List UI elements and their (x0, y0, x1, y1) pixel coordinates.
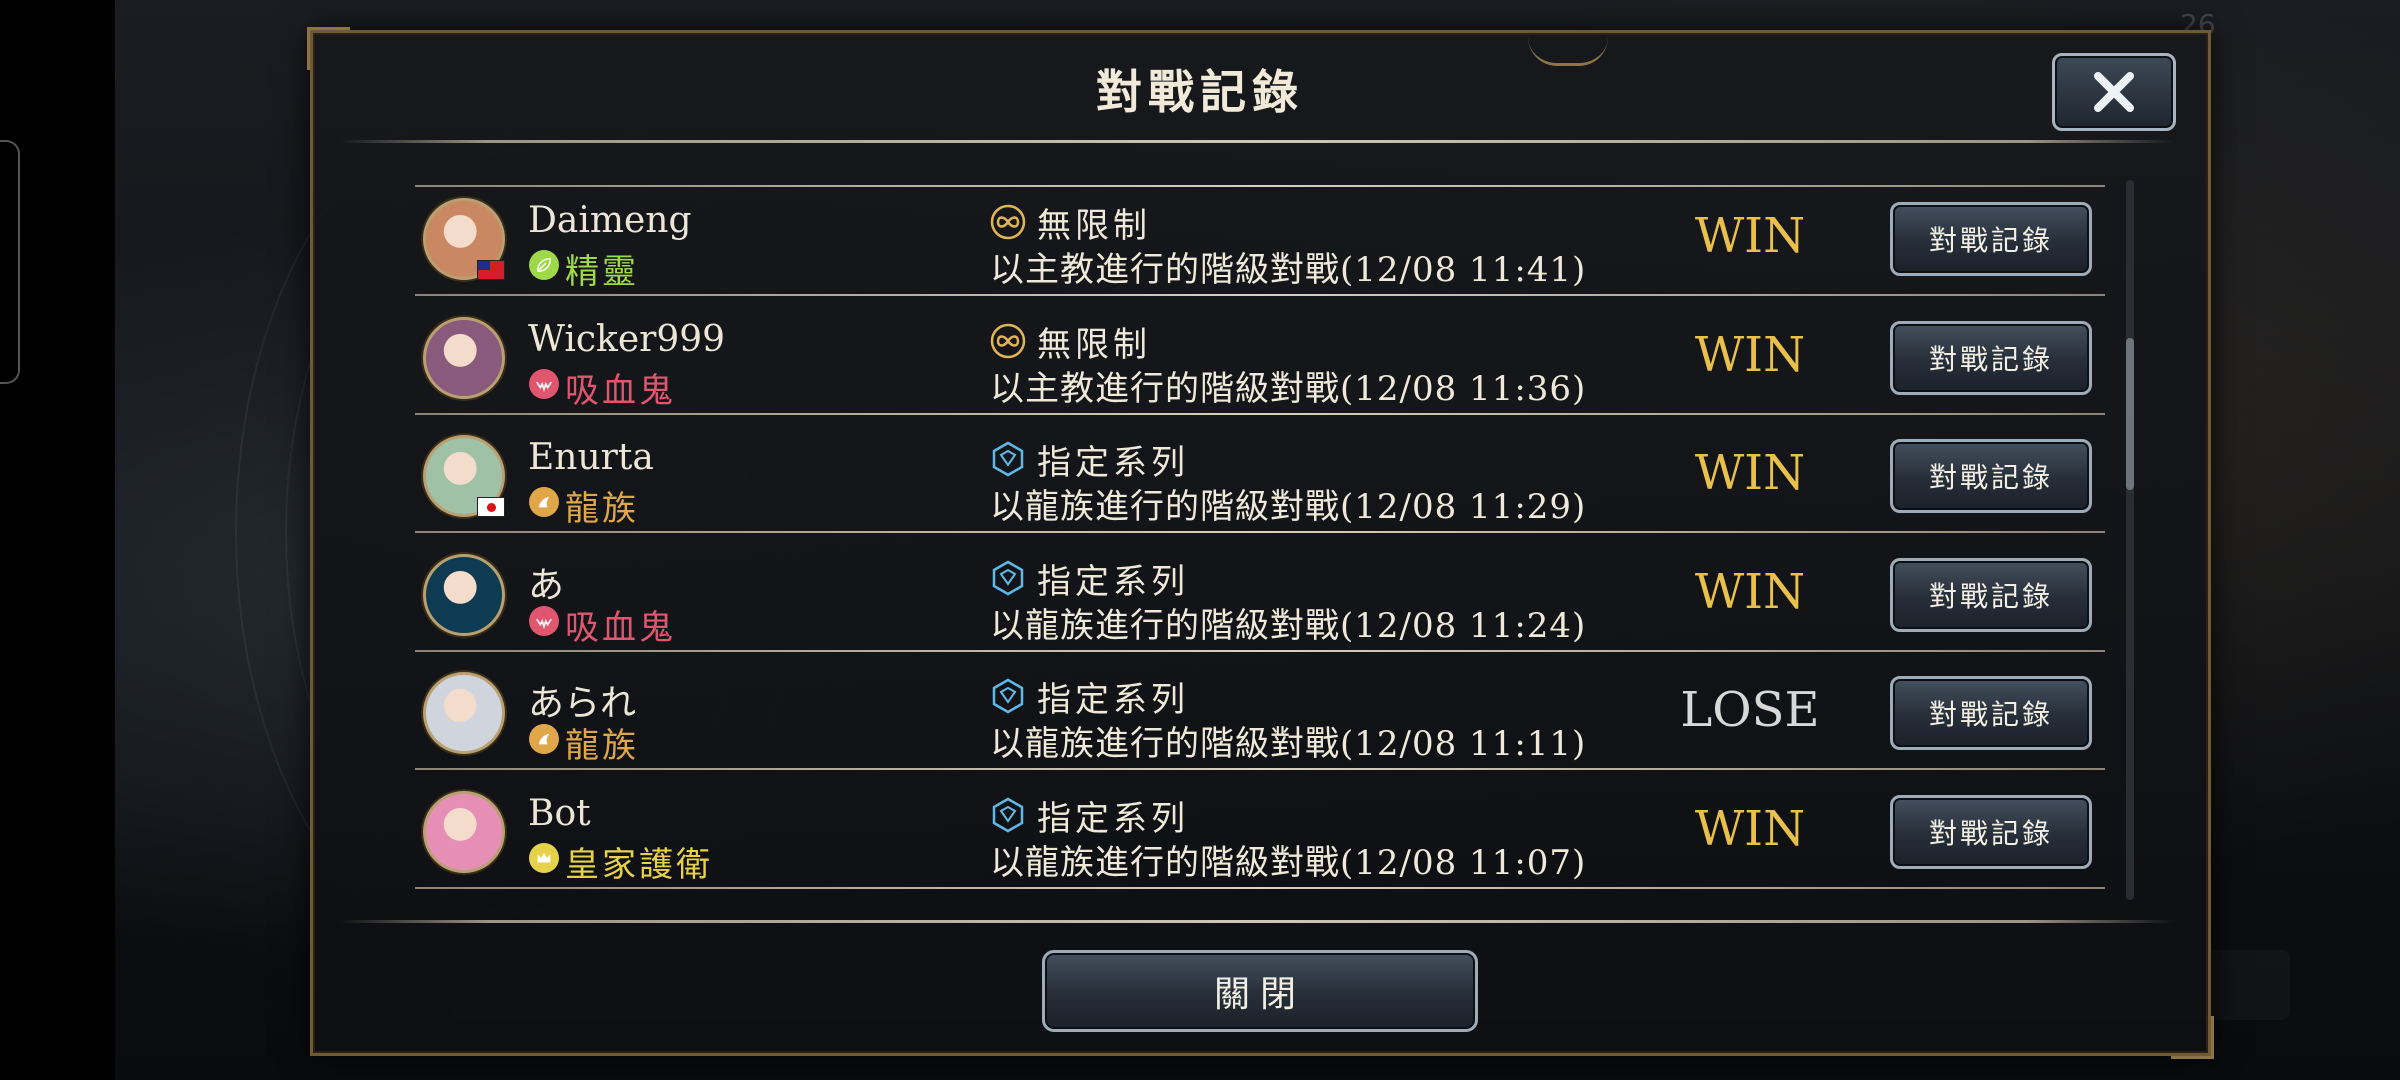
crown-icon (529, 842, 559, 873)
format-label: 指定系列 (1037, 798, 1189, 839)
match-result: WIN (1694, 208, 1806, 264)
row-divider (415, 886, 2105, 889)
bat-wing-icon (529, 605, 559, 636)
match-description: 以龍族進行的階級對戰(12/08 11:07) (990, 842, 1587, 883)
player-name: Enurta (528, 437, 654, 478)
player-avatar[interactable] (423, 553, 505, 636)
dragon-icon (529, 487, 559, 517)
view-battle-log-button[interactable]: 對戰記錄 (1890, 676, 2092, 750)
match-row: Daimeng 精靈 無限制 以主教進行的階級對戰(12/08 11:41) WIN 對戰… (415, 178, 2105, 296)
format-label: 無限制 (1037, 206, 1151, 246)
player-class: 龍族 (565, 489, 639, 529)
rotation-gem-icon (990, 441, 1026, 477)
dialog-title: 對戰記錄 (1096, 65, 1304, 119)
match-row: Enurta 龍族 指定系列 以龍族進行的階級對戰(12/08 11:29) WIN 對戰… (415, 415, 2105, 533)
match-row: Wicker999 吸血鬼 無限制 以主教進行的階級對戰(12/08 11:36) WI… (415, 297, 2105, 415)
close-x-button[interactable] (2052, 53, 2176, 131)
scrollbar-thumb[interactable] (2126, 338, 2134, 490)
match-result: WIN (1694, 563, 1806, 620)
bat-wing-icon (529, 368, 559, 399)
dragon-icon (529, 724, 559, 754)
player-name: Daimeng (528, 200, 692, 241)
infinity-icon (990, 204, 1026, 240)
match-result: WIN (1694, 326, 1806, 383)
format-label: 指定系列 (1037, 680, 1189, 720)
player-class: 皇家護衛 (565, 844, 713, 885)
match-result: LOSE (1680, 682, 1820, 738)
match-description: 以龍族進行的階級對戰(12/08 11:11) (990, 724, 1587, 764)
player-avatar[interactable] (423, 672, 505, 754)
format-label: 無限制 (1037, 324, 1151, 365)
japan-flag-icon (477, 497, 505, 517)
close-button[interactable]: 關閉 (1042, 950, 1478, 1032)
match-description: 以主教進行的階級對戰(12/08 11:41) (990, 250, 1587, 290)
view-battle-log-button[interactable]: 對戰記錄 (1890, 439, 2092, 513)
player-name: Wicker999 (528, 318, 726, 360)
match-row: あ吸血鬼 指定系列 以龍族進行的階級對戰(12/08 11:24) WIN 對戰記錄 (415, 534, 2105, 652)
match-row: Bot 皇家護衛 指定系列 以龍族進行的階級對戰(12/08 11:07) WIN 對戰記… (415, 771, 2105, 889)
player-name: あ (528, 564, 565, 606)
player-avatar[interactable] (423, 790, 505, 873)
infinity-icon (990, 323, 1026, 359)
player-class: 精靈 (565, 252, 639, 292)
view-battle-log-button[interactable]: 對戰記錄 (1890, 320, 2092, 395)
rotation-gem-icon (990, 560, 1026, 596)
player-class: 吸血鬼 (565, 370, 676, 411)
view-battle-log-button[interactable]: 對戰記錄 (1890, 202, 2092, 276)
close-icon (2094, 72, 2134, 112)
view-battle-log-button[interactable]: 對戰記錄 (1890, 557, 2092, 632)
player-avatar[interactable] (423, 316, 505, 399)
match-result: WIN (1694, 800, 1806, 857)
player-class: 吸血鬼 (565, 607, 676, 648)
match-description: 以主教進行的階級對戰(12/08 11:36) (990, 368, 1587, 409)
player-name: Bot (528, 792, 591, 834)
match-description: 以龍族進行的階級對戰(12/08 11:29) (990, 487, 1587, 527)
format-label: 指定系列 (1037, 561, 1189, 602)
divider-top (340, 140, 2175, 143)
scrollbar[interactable] (2126, 180, 2134, 900)
divider-bottom (340, 920, 2175, 923)
rotation-gem-icon (990, 678, 1026, 714)
player-class: 龍族 (565, 726, 639, 766)
row-divider (415, 185, 2105, 187)
leaf-icon (529, 250, 559, 280)
format-label: 指定系列 (1037, 443, 1189, 483)
edge-panel-handle[interactable] (0, 140, 20, 384)
match-description: 以龍族進行的階級對戰(12/08 11:24) (990, 605, 1587, 646)
taiwan-flag-icon (477, 260, 505, 280)
match-result: WIN (1694, 445, 1806, 501)
match-list[interactable]: Daimeng 精靈 無限制 以主教進行的階級對戰(12/08 11:41) WIN 對戰… (415, 178, 2105, 908)
match-row: あられ 龍族 指定系列 以龍族進行的階級對戰(12/08 11:11) LOSE 對戰記錄 (415, 652, 2105, 770)
view-battle-log-button[interactable]: 對戰記錄 (1890, 794, 2092, 869)
rotation-gem-icon (990, 797, 1026, 833)
